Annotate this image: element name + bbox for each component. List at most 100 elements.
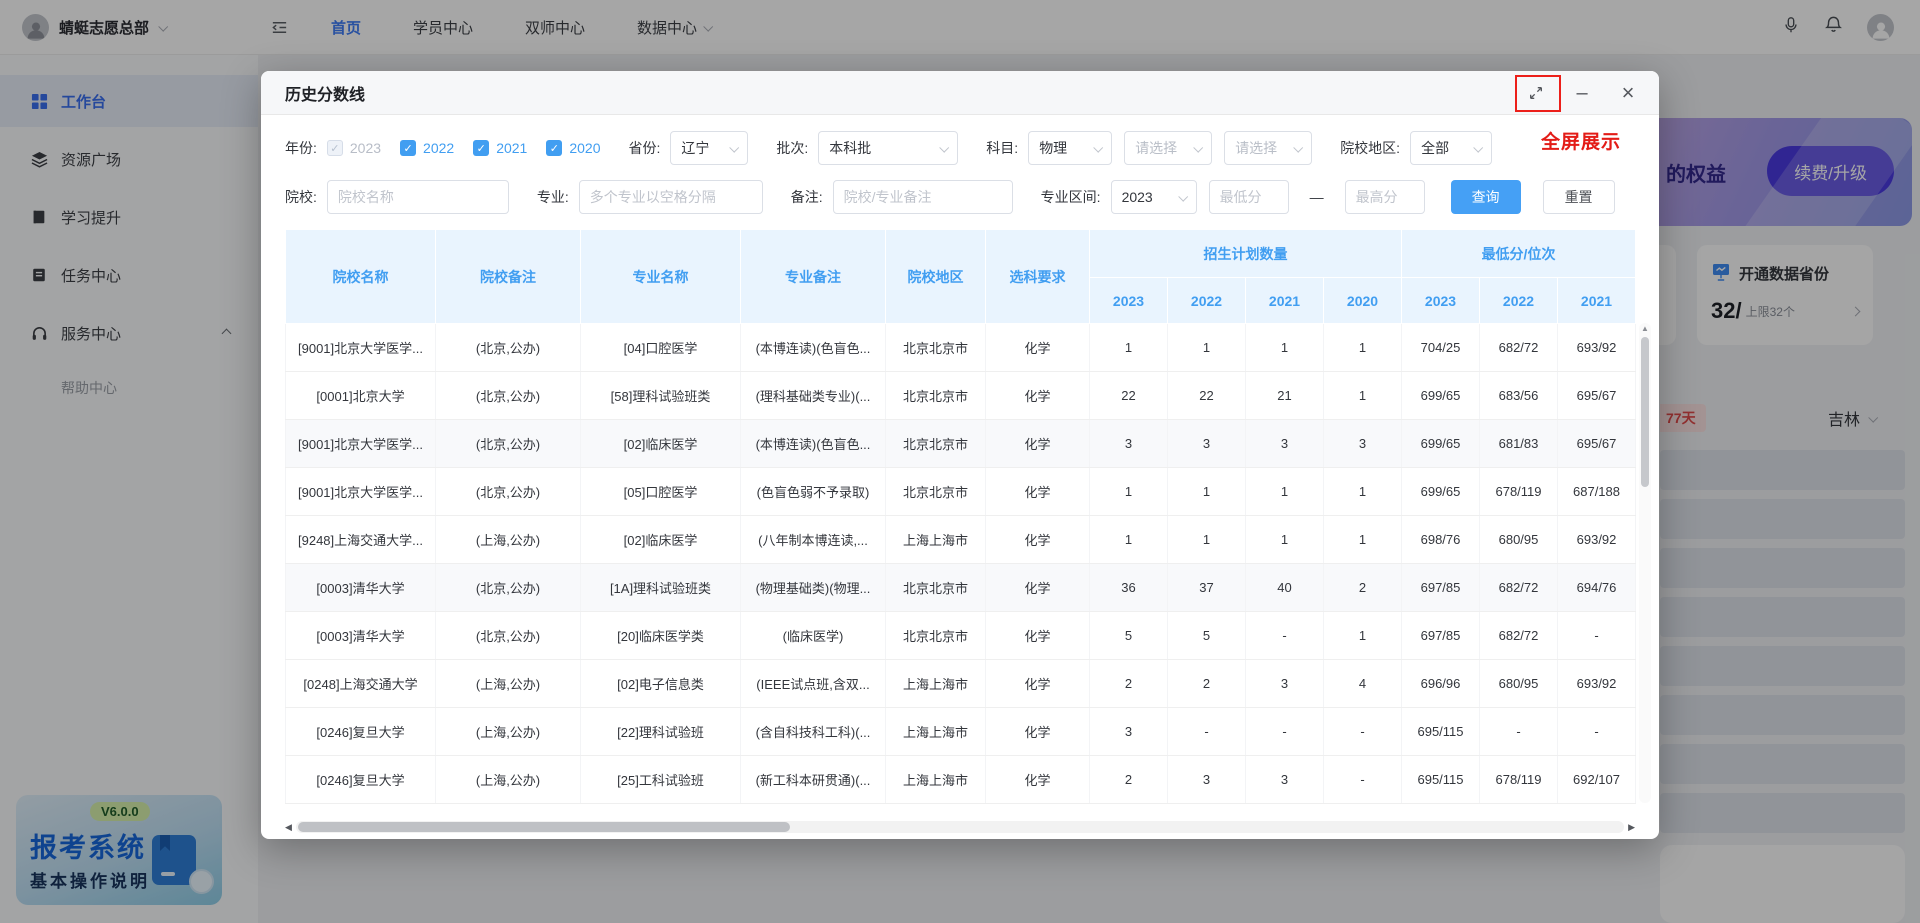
checkbox-icon: ✓ <box>473 140 489 156</box>
subject-select-3[interactable]: 请选择 <box>1224 131 1312 165</box>
horizontal-scroll-thumb[interactable] <box>298 822 790 832</box>
table-cell: [25]工科试验班 <box>581 756 741 804</box>
year-checkbox-2021[interactable]: ✓2021 <box>473 140 527 156</box>
fullscreen-expand-icon[interactable] <box>1527 84 1545 102</box>
table-row[interactable]: [0246]复旦大学(上海,公办)[25]工科试验班(新工科本研贯通)(...上… <box>286 756 1636 804</box>
subject-select-2[interactable]: 请选择 <box>1124 131 1212 165</box>
range-dash: — <box>1310 189 1324 205</box>
scroll-right-arrow-icon[interactable]: ▶ <box>1628 822 1635 833</box>
table-row[interactable]: [9001]北京大学医学...(北京,公办)[02]临床医学(本博连读)(色盲色… <box>286 420 1636 468</box>
table-cell: [0003]清华大学 <box>286 564 436 612</box>
subject-select-1[interactable]: 物理 <box>1028 131 1112 165</box>
table-cell: 5 <box>1090 612 1168 660</box>
table-cell: 北京北京市 <box>886 612 986 660</box>
col-plan-2021: 2021 <box>1246 278 1324 324</box>
table-cell: 696/96 <box>1402 660 1480 708</box>
reset-button[interactable]: 重置 <box>1543 180 1615 214</box>
table-row[interactable]: [0246]复旦大学(上海,公办)[22]理科试验班(含自科技科工科)(...上… <box>286 708 1636 756</box>
batch-select[interactable]: 本科批 <box>818 131 958 165</box>
table-row[interactable]: [0248]上海交通大学(上海,公办)[02]电子信息类(IEEE试点班,含双.… <box>286 660 1636 708</box>
major-input[interactable] <box>579 180 763 214</box>
range-year-select[interactable]: 2023 <box>1111 180 1197 214</box>
checkbox-icon: ✓ <box>327 140 343 156</box>
region-select[interactable]: 全部 <box>1410 131 1492 165</box>
table-cell: 上海上海市 <box>886 708 986 756</box>
close-icon[interactable]: × <box>1619 84 1637 102</box>
major-label: 专业: <box>537 187 569 207</box>
table-row[interactable]: [9248]上海交通大学...(上海,公办)[02]临床医学(八年制本博连读,.… <box>286 516 1636 564</box>
table-cell: 北京北京市 <box>886 372 986 420</box>
modal-header: 历史分数线 – × <box>261 71 1659 115</box>
table-row[interactable]: [0003]清华大学(北京,公办)[20]临床医学类(临床医学)北京北京市化学5… <box>286 612 1636 660</box>
table-cell: (北京,公办) <box>436 372 581 420</box>
table-cell: 682/72 <box>1480 564 1558 612</box>
table-cell: 21 <box>1246 372 1324 420</box>
col-min-2022: 2022 <box>1480 278 1558 324</box>
minimize-icon[interactable]: – <box>1573 84 1591 102</box>
table-cell: 37 <box>1168 564 1246 612</box>
table-cell: (上海,公办) <box>436 756 581 804</box>
region-label: 院校地区: <box>1340 138 1400 158</box>
filter-row-1: 年份: ✓2023✓2022✓2021✓2020 省份: 辽宁 批次: 本科批 … <box>285 131 1635 165</box>
table-cell: - <box>1558 612 1636 660</box>
table-cell: [1A]理科试验班类 <box>581 564 741 612</box>
min-score-input[interactable] <box>1209 180 1289 214</box>
table-cell: 695/115 <box>1402 708 1480 756</box>
table-cell: 22 <box>1168 372 1246 420</box>
table-cell: 化学 <box>986 564 1090 612</box>
table-row[interactable]: [9001]北京大学医学...(北京,公办)[05]口腔医学(色盲色弱不予录取)… <box>286 468 1636 516</box>
table-row[interactable]: [0001]北京大学(北京,公办)[58]理科试验班类(理科基础类专业)(...… <box>286 372 1636 420</box>
table-cell: [02]临床医学 <box>581 516 741 564</box>
table-cell: [0246]复旦大学 <box>286 756 436 804</box>
table-cell: [05]口腔医学 <box>581 468 741 516</box>
table-cell: 3 <box>1324 420 1402 468</box>
checkbox-label: 2023 <box>350 140 381 156</box>
province-select[interactable]: 辽宁 <box>670 131 748 165</box>
year-checkbox-2022[interactable]: ✓ 2022 <box>400 140 454 156</box>
max-score-input[interactable] <box>1345 180 1425 214</box>
school-input[interactable] <box>327 180 509 214</box>
table-cell: 2 <box>1090 756 1168 804</box>
year-checkbox-2023[interactable]: ✓ 2023 <box>327 140 381 156</box>
table-row[interactable]: [0003]清华大学(北京,公办)[1A]理科试验班类(物理基础类)(物理...… <box>286 564 1636 612</box>
table-cell: 680/95 <box>1480 660 1558 708</box>
table-cell: - <box>1324 756 1402 804</box>
table-cell: 上海上海市 <box>886 516 986 564</box>
modal-title: 历史分数线 <box>285 81 365 105</box>
score-table-body: [9001]北京大学医学...(北京,公办)[04]口腔医学(本博连读)(色盲色… <box>286 324 1636 804</box>
checkbox-icon: ✓ <box>400 140 416 156</box>
table-cell: 693/92 <box>1558 660 1636 708</box>
table-cell: 695/67 <box>1558 420 1636 468</box>
table-cell: 1 <box>1324 324 1402 372</box>
table-cell: [0001]北京大学 <box>286 372 436 420</box>
table-cell: 4 <box>1324 660 1402 708</box>
table-cell: [58]理科试验班类 <box>581 372 741 420</box>
table-row[interactable]: [9001]北京大学医学...(北京,公办)[04]口腔医学(本博连读)(色盲色… <box>286 324 1636 372</box>
table-cell: (北京,公办) <box>436 420 581 468</box>
table-cell: (上海,公办) <box>436 708 581 756</box>
table-cell: 1 <box>1246 324 1324 372</box>
table-cell: 3 <box>1090 420 1168 468</box>
year-checkbox-group: ✓ 2023 ✓ 2022 ✓2021 ✓2020 <box>327 140 601 156</box>
table-cell: (理科基础类专业)(... <box>741 372 886 420</box>
year-checkbox-2020[interactable]: ✓2020 <box>546 140 600 156</box>
table-cell: [20]临床医学类 <box>581 612 741 660</box>
table-cell: 1 <box>1324 612 1402 660</box>
school-label: 院校: <box>285 187 317 207</box>
vertical-scrollbar[interactable]: ▲ <box>1639 323 1651 803</box>
year-label: 年份: <box>285 138 317 158</box>
col-group-plan: 招生计划数量 <box>1090 230 1402 278</box>
scroll-left-arrow-icon[interactable]: ◀ <box>285 822 292 833</box>
vertical-scroll-thumb[interactable] <box>1641 337 1649 487</box>
table-cell: 40 <box>1246 564 1324 612</box>
note-input[interactable] <box>833 180 1013 214</box>
table-cell: 5 <box>1168 612 1246 660</box>
checkbox-label: 2022 <box>423 140 454 156</box>
table-cell: (临床医学) <box>741 612 886 660</box>
table-cell: 687/188 <box>1558 468 1636 516</box>
query-button[interactable]: 查询 <box>1451 180 1521 214</box>
score-table-wrap: 院校名称 院校备注 专业名称 专业备注 院校地区 选科要求 招生计划数量 最低分… <box>285 229 1635 804</box>
table-cell: 1 <box>1324 372 1402 420</box>
horizontal-scrollbar[interactable]: ◀ ▶ <box>285 820 1635 834</box>
history-score-modal: 历史分数线 – × 全屏展示 年份: ✓2023✓2022✓2021✓2020 … <box>261 71 1659 839</box>
